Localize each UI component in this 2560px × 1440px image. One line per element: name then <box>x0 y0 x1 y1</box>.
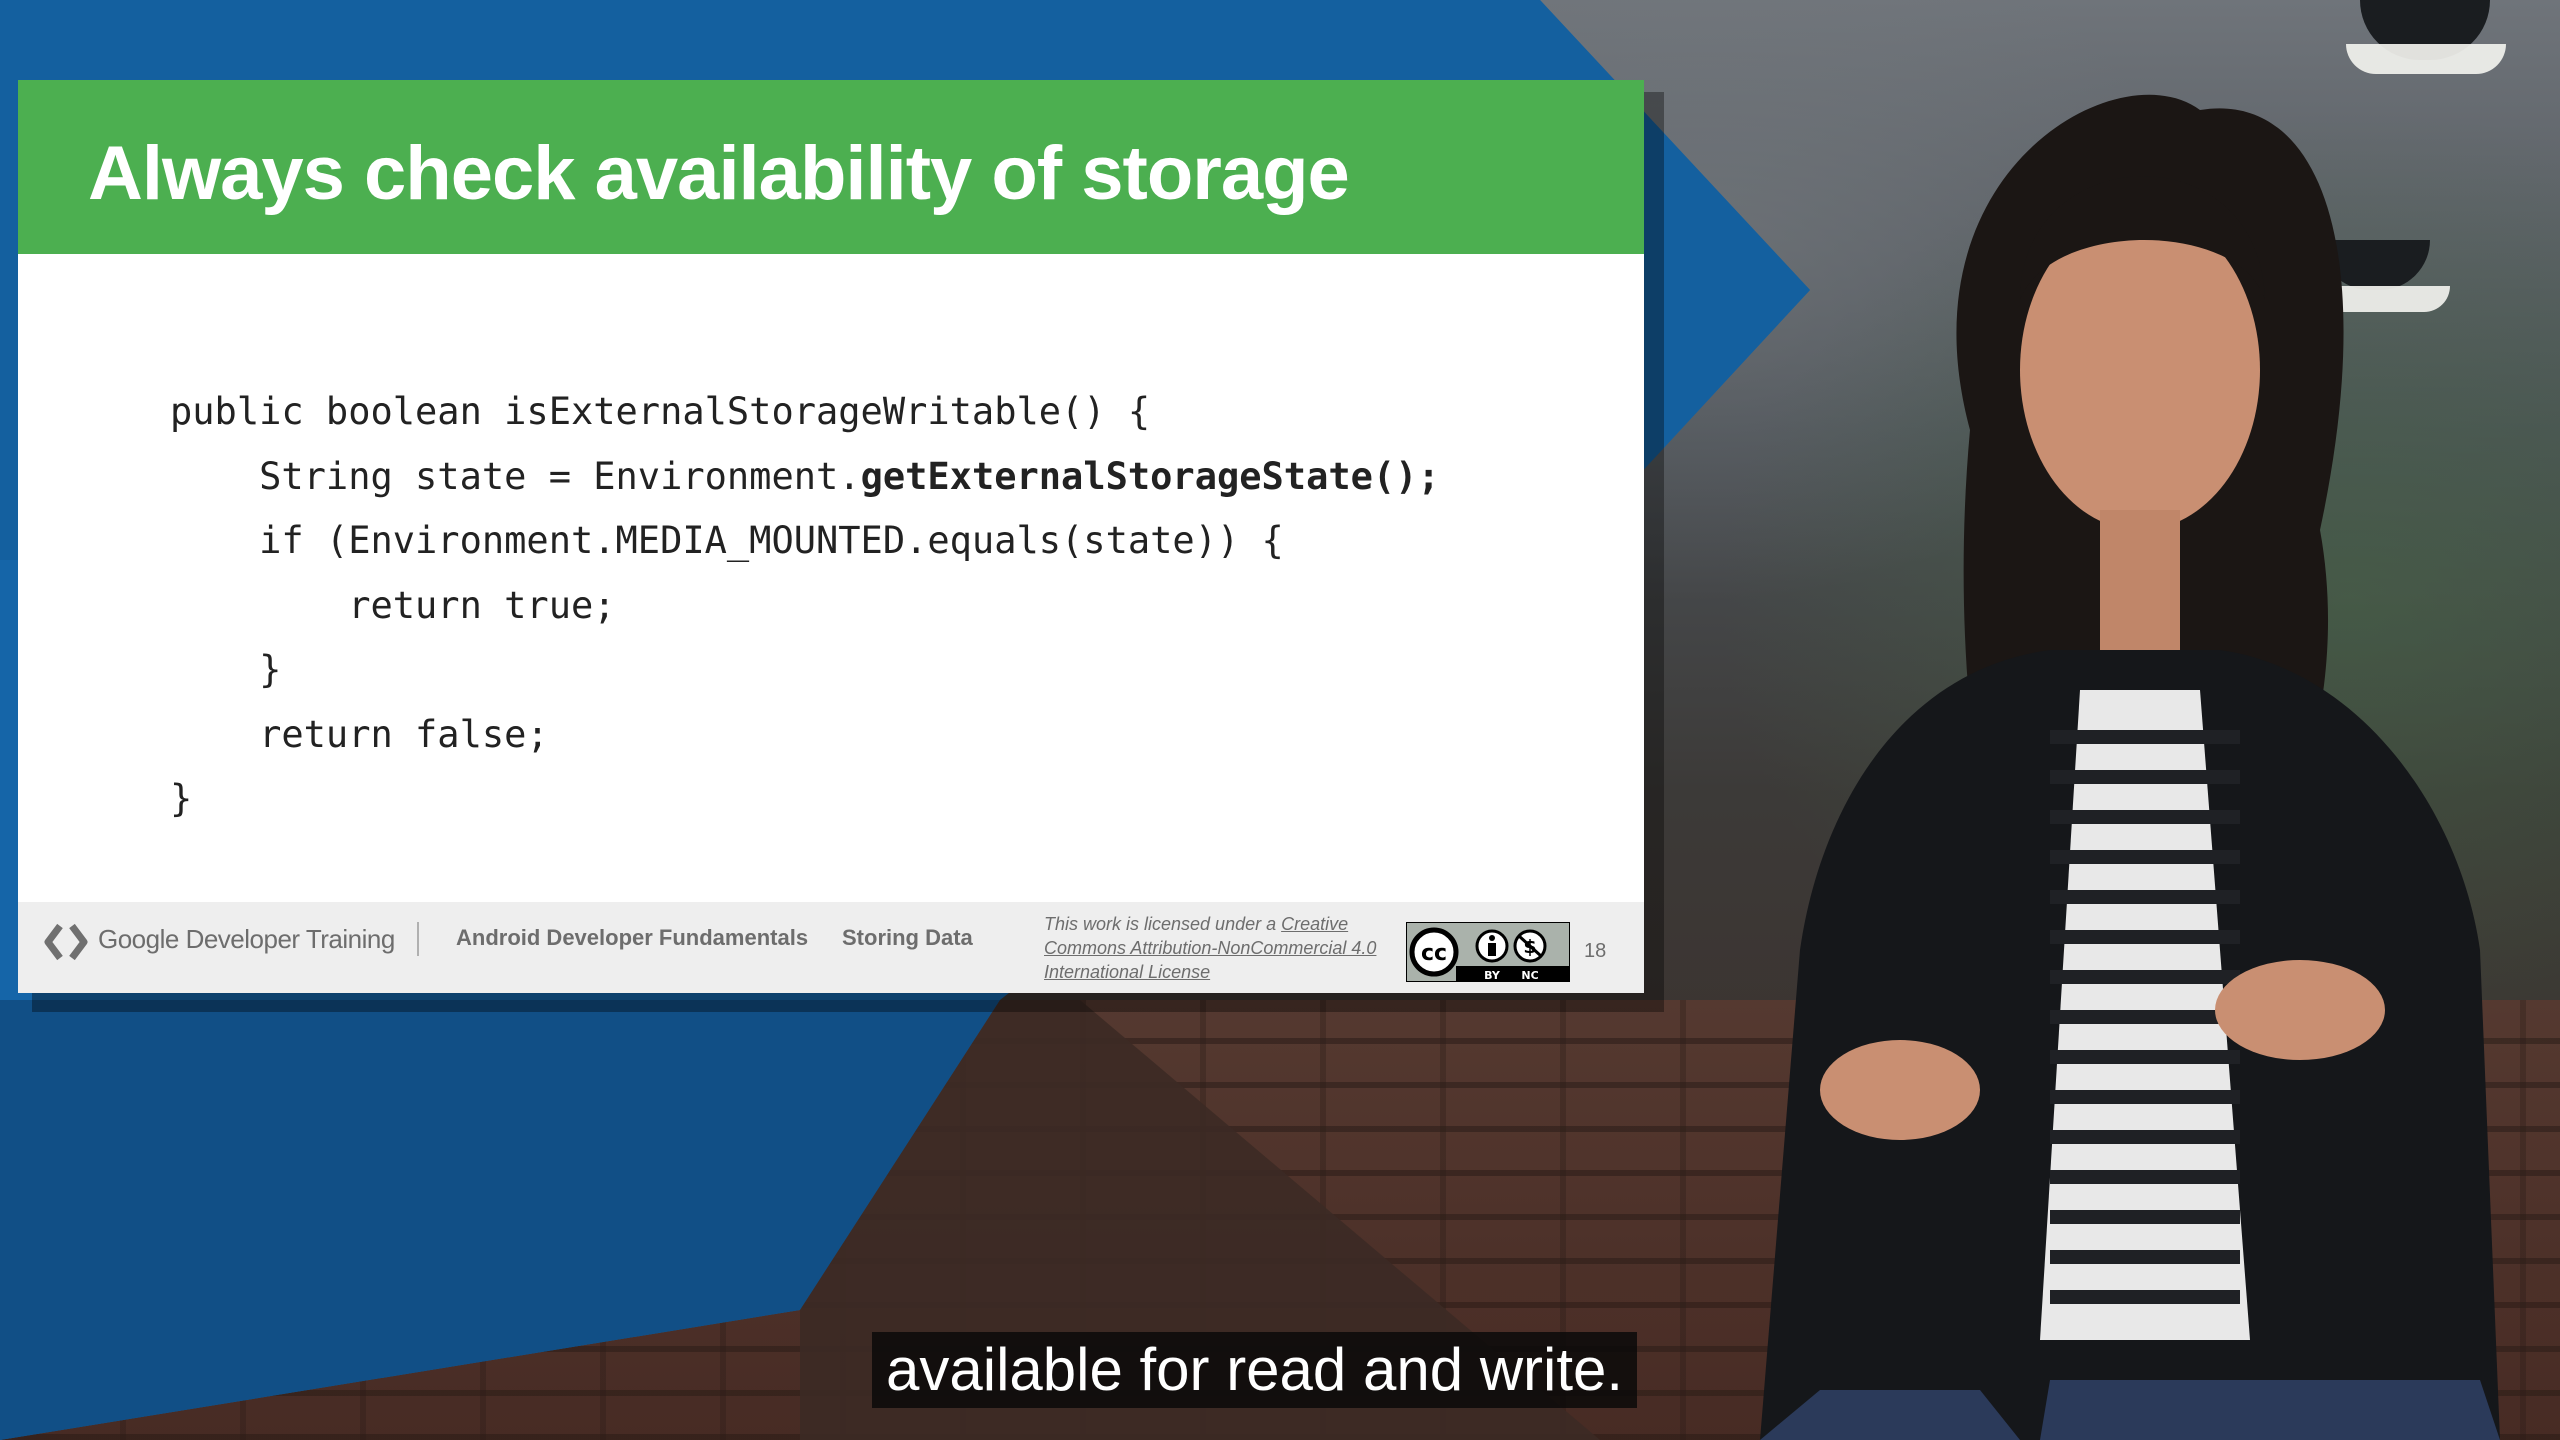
code-line-5: } <box>170 648 282 691</box>
presenter <box>1760 94 2500 1440</box>
google-developers-logo-icon <box>44 923 88 961</box>
code-line-3: if (Environment.MEDIA_MOUNTED.equals(sta… <box>170 519 1284 562</box>
code-line-1: public boolean isExternalStorageWritable… <box>170 390 1151 433</box>
code-line-6: return false; <box>170 712 549 756</box>
code-line-2: String state = Environment.getExternalSt… <box>170 455 1440 498</box>
footer-brand: Google Developer Training <box>98 924 395 954</box>
cc-by-nc-license-icon: cc $ BY NC <box>1406 922 1570 982</box>
license-notice: This work is licensed under a Creative C… <box>1044 912 1414 984</box>
footer-course: Android Developer Fundamentals <box>456 925 809 950</box>
license-prefix: This work is licensed under a <box>1044 914 1282 934</box>
footer-divider <box>417 922 419 956</box>
code-line-2-prefix: String state = Environment. <box>170 454 861 498</box>
code-line-4: return true; <box>170 583 616 627</box>
footer-topic: Storing Data <box>842 925 973 950</box>
code-block: public boolean isExternalStorageWritable… <box>170 380 1440 832</box>
slide-footer: Google Developer Training Android Develo… <box>18 902 1644 993</box>
slide-title: Always check availability of storage <box>88 131 1350 216</box>
slide-page-number: 18 <box>1584 940 1607 962</box>
nc-label: NC <box>1521 969 1538 982</box>
cc-label: cc <box>1421 941 1447 966</box>
video-caption: available for read and write. <box>872 1332 1638 1408</box>
code-line-2-method: getExternalStorageState(); <box>860 454 1440 498</box>
slide-header: Always check availability of storage <box>18 80 1644 254</box>
by-label: BY <box>1484 969 1501 982</box>
presentation-slide: Always check availability of storage pub… <box>18 80 1644 993</box>
code-line-7: } <box>170 777 193 820</box>
